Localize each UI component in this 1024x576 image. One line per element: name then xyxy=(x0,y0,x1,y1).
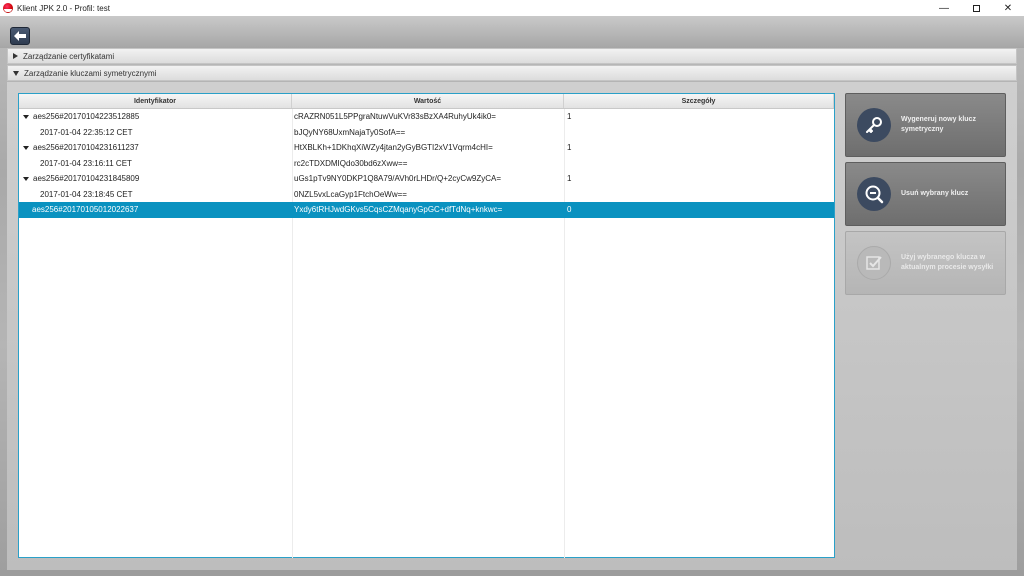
key-value: uGs1pTv9NY0DKP1Q8A79/AVh0rLHDr/Q+2cyCw9Z… xyxy=(294,174,502,184)
expand-right-icon xyxy=(13,53,18,59)
key-value: Yxdy6tRHJwdGKvs5CqsCZMqanyGpGC+dfTdNq+kn… xyxy=(294,205,503,215)
key-identifier: aes256#20170105012022637 xyxy=(32,205,139,215)
column-header-identifier[interactable]: Identyfikator xyxy=(19,94,292,108)
key-timestamp: 2017-01-04 23:18:45 CET xyxy=(40,189,133,199)
key-identifier: aes256#20170104231611237 xyxy=(33,143,139,153)
title-bar: Klient JPK 2.0 - Profil: test — ✕ xyxy=(0,0,1024,16)
minimize-icon: — xyxy=(939,2,949,14)
close-button[interactable]: ✕ xyxy=(992,0,1024,16)
accordion-certificates-label: Zarządzanie certyfikatami xyxy=(23,51,115,61)
accordion-symmetric-keys-label: Zarządzanie kluczami symetrycznymi xyxy=(24,68,157,78)
top-toolbar xyxy=(0,16,1024,48)
back-button[interactable] xyxy=(10,27,30,45)
table-row[interactable]: 2017-01-04 23:18:45 CET 0NZL5vxLcaGyp1Ft… xyxy=(19,187,834,203)
close-icon: ✕ xyxy=(1003,2,1013,14)
key-details: 1 xyxy=(567,174,572,184)
tree-expanded-icon[interactable] xyxy=(23,176,29,181)
key-details: 1 xyxy=(567,143,572,153)
tree-expanded-icon[interactable] xyxy=(23,145,29,150)
checkbox-check-icon xyxy=(857,246,891,280)
maximize-button[interactable] xyxy=(960,0,992,16)
key-identifier: aes256#20170104223512885 xyxy=(33,112,140,122)
table-row[interactable]: aes256#20170104223512885 cRAZRN051L5PPgr… xyxy=(19,109,834,125)
table-body: aes256#20170104223512885 cRAZRN051L5PPgr… xyxy=(19,109,834,558)
key-details: 0 xyxy=(567,205,572,215)
key-identifier: aes256#20170104231845809 xyxy=(33,174,140,184)
accordion-symmetric-keys[interactable]: Zarządzanie kluczami symetrycznymi xyxy=(7,65,1017,81)
key-value: bJQyNY68UxmNajaTy0SofA== xyxy=(294,127,406,137)
column-header-details[interactable]: Szczegóły xyxy=(564,94,834,108)
table-row[interactable]: aes256#20170104231611237 HtXBLKh+1DKhqXi… xyxy=(19,140,834,156)
column-header-value[interactable]: Wartość xyxy=(292,94,564,108)
keys-table[interactable]: Identyfikator Wartość Szczegóły aes256#2… xyxy=(18,93,835,558)
key-value: rc2cTDXDMIQdo30bd6zXww== xyxy=(294,158,408,168)
maximize-icon xyxy=(972,4,980,12)
generate-key-button[interactable]: Wygeneruj nowy klucz symetryczny xyxy=(845,93,1006,157)
key-icon xyxy=(857,108,891,142)
key-timestamp: 2017-01-04 22:35:12 CET xyxy=(40,127,133,137)
generate-key-label: Wygeneruj nowy klucz symetryczny xyxy=(901,116,976,133)
key-value: cRAZRN051L5PPgraNtuwVuKVr83sBzXA4RuhyUk4… xyxy=(294,112,496,122)
accordion-certificates[interactable]: Zarządzanie certyfikatami xyxy=(7,48,1017,64)
minimize-button[interactable]: — xyxy=(928,0,960,16)
table-row[interactable]: 2017-01-04 23:16:11 CET rc2cTDXDMIQdo30b… xyxy=(19,156,834,172)
table-row[interactable]: 2017-01-04 22:35:12 CET bJQyNY68UxmNajaT… xyxy=(19,125,834,141)
delete-key-button[interactable]: Usuń wybrany klucz xyxy=(845,162,1006,226)
window-title: Klient JPK 2.0 - Profil: test xyxy=(17,3,110,13)
table-header: Identyfikator Wartość Szczegóły xyxy=(19,94,834,109)
back-arrow-icon xyxy=(14,31,26,41)
key-timestamp: 2017-01-04 23:16:11 CET xyxy=(40,158,132,168)
tree-expanded-icon[interactable] xyxy=(23,114,29,119)
table-row-selected[interactable]: aes256#20170105012022637 Yxdy6tRHJwdGKvs… xyxy=(19,202,834,218)
use-key-button: Użyj wybranego klucza w aktualnym proces… xyxy=(845,231,1006,295)
delete-key-label: Usuń wybrany klucz xyxy=(901,190,969,197)
zoom-out-icon xyxy=(857,177,891,211)
bottom-border xyxy=(0,570,1024,576)
key-value: 0NZL5vxLcaGyp1FtchOeWw== xyxy=(294,189,407,199)
use-key-label: Użyj wybranego klucza w aktualnym proces… xyxy=(901,254,994,271)
key-details: 1 xyxy=(567,112,572,122)
app-logo-icon xyxy=(3,3,13,13)
table-row[interactable]: aes256#20170104231845809 uGs1pTv9NY0DKP1… xyxy=(19,171,834,187)
collapse-down-icon xyxy=(13,70,19,76)
key-value: HtXBLKh+1DKhqXiWZy4jtan2yGyBGTI2xV1Vqrm4… xyxy=(294,143,493,153)
